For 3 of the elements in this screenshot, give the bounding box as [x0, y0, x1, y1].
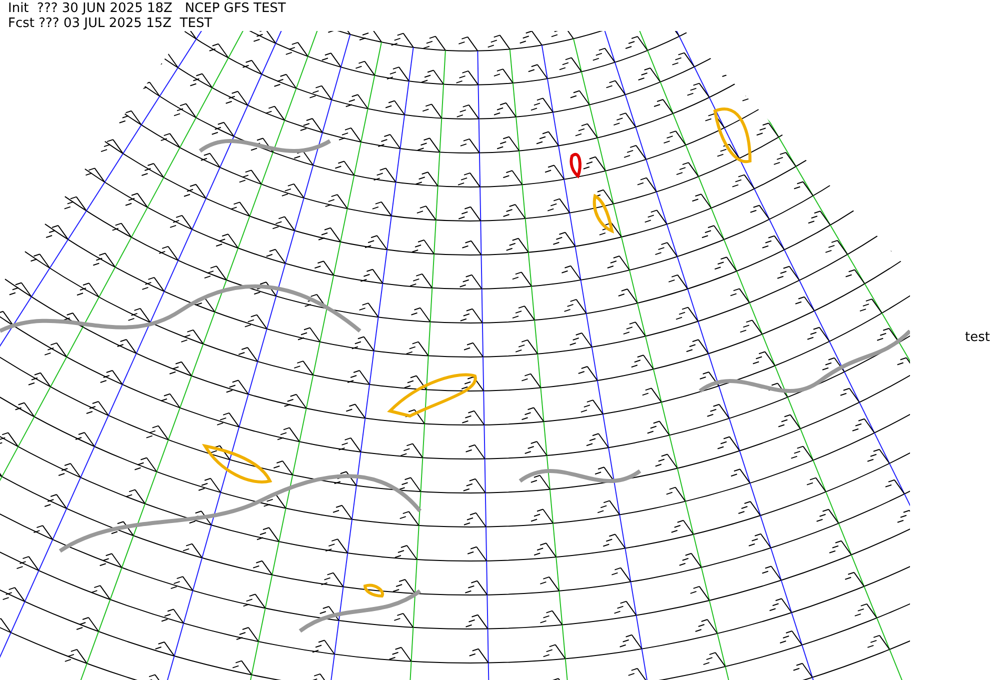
forecast-time-text: Fcst ??? 03 JUL 2025 15Z TEST	[8, 16, 212, 31]
init-time-text: Init ??? 30 JUN 2025 18Z NCEP GFS TEST	[8, 1, 286, 16]
side-label: test	[965, 330, 990, 344]
